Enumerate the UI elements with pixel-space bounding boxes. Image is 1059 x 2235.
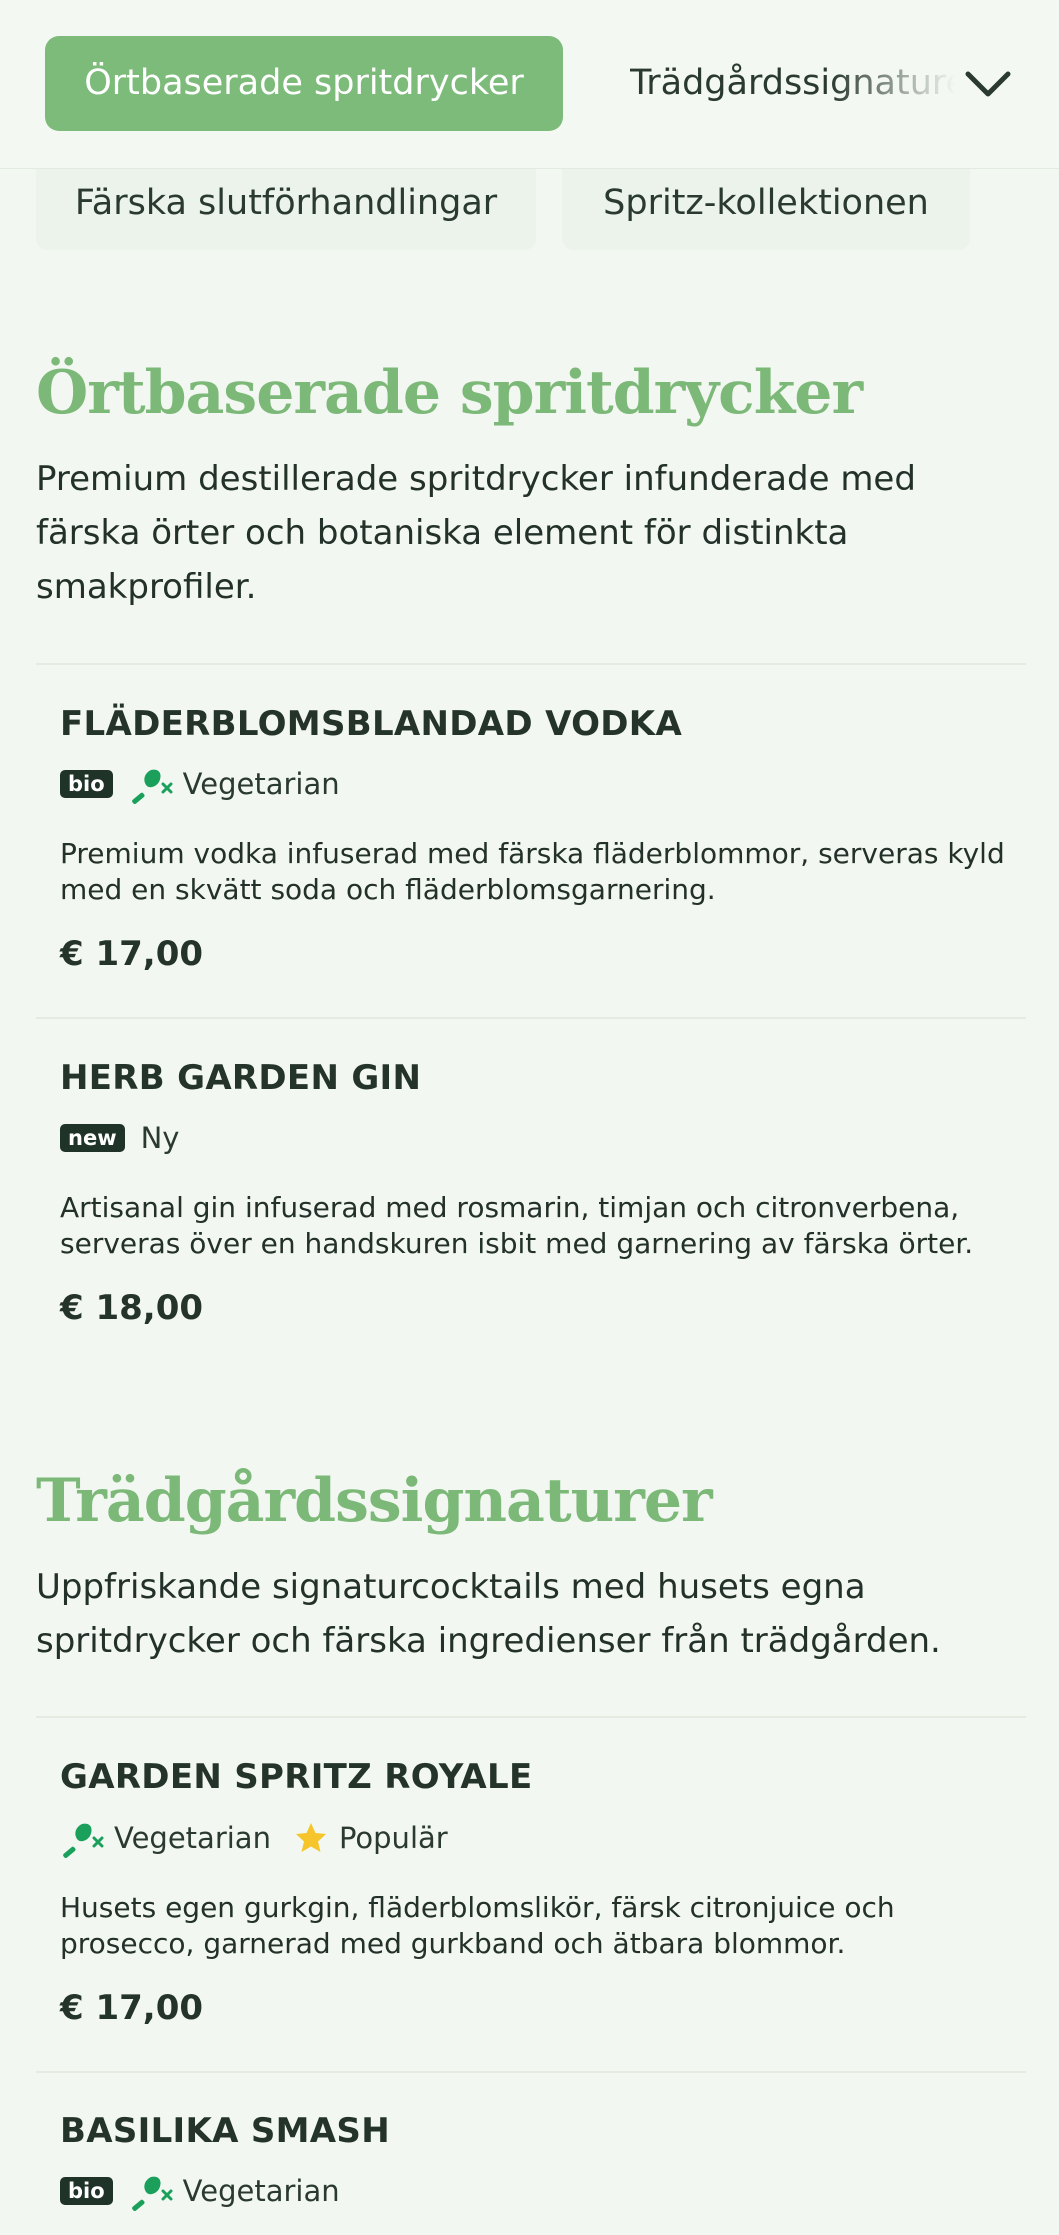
vegetarian-label: Vegetarian [114, 1821, 271, 1855]
chevron-down-icon[interactable] [960, 60, 1016, 108]
menu-item-name: GARDEN SPRITZ ROYALE [60, 1757, 533, 1797]
section-title-tradgardssignaturer: Trädgårdssignaturer [36, 1466, 713, 1536]
menu-item-description: Husets egen gurkgin, fläderblomslikör, f… [60, 1891, 895, 1960]
star-icon [293, 1820, 329, 1856]
menu-item-tags: bio Vegetarian [60, 764, 346, 804]
chevron-down-icon-glyph [965, 71, 1011, 97]
category-pill-spritz-kollektionen[interactable]: Spritz-kollektionen [562, 168, 970, 250]
category-nav-primary-row: Örtbaserade spritdrycker Trädgårdssignat… [0, 0, 1059, 168]
menu-item-price: € 17,00 [60, 934, 204, 974]
menu-item-name: FLÄDERBLOMSBLANDAD VODKA [60, 704, 683, 744]
category-pill-tradgardssignaturer[interactable]: Trädgårdssignaturer [630, 36, 955, 131]
section-description-tradgardssignaturer: Uppfriskande signaturcocktails med huset… [36, 1567, 941, 1661]
popular-label: Populär [338, 1821, 448, 1855]
item-divider [36, 1716, 1026, 1718]
vegetarian-icon [129, 2171, 173, 2211]
vegetarian-icon [60, 1818, 104, 1858]
menu-item-tags: Vegetarian Populär [60, 1818, 454, 1858]
section-description-ortbaserade: Premium destillerade spritdrycker infund… [36, 459, 916, 607]
item-divider [36, 663, 1026, 665]
menu-item-tags: bio Vegetarian [60, 2171, 346, 2211]
nav-divider [0, 168, 1059, 169]
menu-item-price: € 17,00 [60, 1988, 204, 2028]
category-pill-active[interactable]: Örtbaserade spritdrycker [45, 36, 563, 131]
menu-item-description: Artisanal gin infuserad med rosmarin, ti… [60, 1191, 974, 1260]
section-title-ortbaserade: Örtbaserade spritdrycker [36, 358, 863, 428]
vegetarian-label: Vegetarian [182, 767, 340, 801]
menu-item-tags: new Ny [60, 1118, 185, 1158]
menu-item-name: BASILIKA SMASH [60, 2111, 390, 2151]
bio-badge: bio [60, 770, 113, 798]
item-divider [36, 1017, 1026, 1019]
vegetarian-label: Vegetarian [182, 2174, 340, 2208]
bio-badge: bio [60, 2177, 113, 2205]
new-label: Ny [140, 1121, 180, 1155]
menu-item-description: Premium vodka infuserad med färska fläde… [60, 837, 1005, 906]
category-pill-farska-slutforhandlingar[interactable]: Färska slutförhandlingar [36, 168, 536, 250]
item-divider [36, 2071, 1026, 2073]
menu-item-price: € 18,00 [60, 1288, 204, 1328]
menu-item-name: HERB GARDEN GIN [60, 1058, 422, 1098]
new-badge: new [60, 1124, 125, 1152]
vegetarian-icon [129, 764, 173, 804]
